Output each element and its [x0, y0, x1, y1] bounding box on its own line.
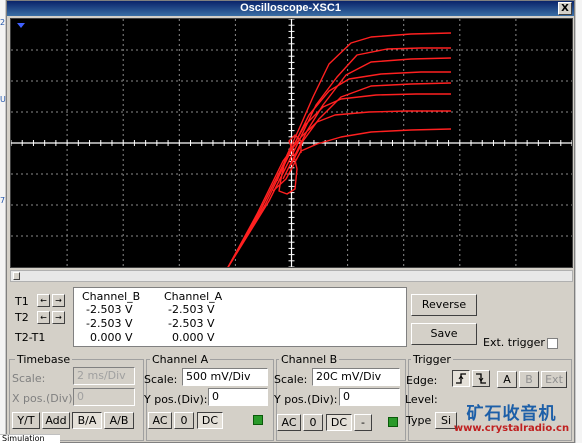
- channel-b-ac-button[interactable]: AC: [277, 414, 301, 431]
- scrollbar-thumb[interactable]: [13, 272, 20, 280]
- channel-a-ypos-field[interactable]: 0: [208, 388, 268, 406]
- t2-label: T2: [15, 311, 29, 324]
- channel-b-ypos-label: Y pos.(Div):: [274, 393, 338, 406]
- rising-edge-icon[interactable]: [452, 370, 470, 387]
- channel-a-scale-field[interactable]: 500 mV/Div: [182, 368, 268, 386]
- save-button[interactable]: Save: [411, 323, 477, 345]
- xpos-label: X pos.(Div):: [12, 392, 77, 405]
- mode-ab-button[interactable]: A/B: [104, 412, 134, 429]
- trigger-edge-label: Edge:: [406, 374, 438, 387]
- timebase-scale-field[interactable]: 2 ms/Div: [73, 367, 135, 385]
- trigger-title: Trigger: [411, 353, 453, 366]
- scope-grid: [11, 19, 572, 267]
- mode-ba-button[interactable]: B/A: [72, 412, 102, 429]
- bottom-tab[interactable]: Simulation: [0, 434, 60, 443]
- scope-trace: [227, 93, 451, 267]
- background-mark: 7: [0, 196, 6, 205]
- scope-display: [10, 18, 573, 268]
- trigger-type-label: Type: [406, 414, 432, 427]
- channel-a-zero-button[interactable]: 0: [174, 412, 194, 429]
- channel-b-dc-button[interactable]: DC: [326, 414, 352, 431]
- watermark-url: www.crystalradio.cn: [453, 423, 570, 434]
- readout-t1-channel-a: -2.503 V: [168, 303, 215, 316]
- background-mark: 2: [0, 18, 6, 27]
- channel-b-scale-label: Scale:: [274, 373, 308, 386]
- readout-header-channel-a: Channel_A: [164, 290, 223, 303]
- timebase-scale-label: Scale:: [12, 372, 46, 385]
- scope-trace: [227, 110, 451, 267]
- background-mark: U: [0, 95, 6, 104]
- channel-b-zero-button[interactable]: 0: [303, 414, 323, 431]
- t2-left-arrow-icon[interactable]: ←: [37, 311, 50, 324]
- mode-add-button[interactable]: Add: [42, 412, 70, 429]
- title-bar[interactable]: Oscilloscope-XSC1 X: [7, 1, 574, 16]
- trigger-source-b-button[interactable]: B: [519, 371, 539, 388]
- trigger-source-a-button[interactable]: A: [497, 371, 517, 388]
- channel-a-scale-label: Scale:: [144, 373, 178, 386]
- trigger-level-label: Level:: [405, 393, 438, 406]
- t2-right-arrow-icon[interactable]: →: [52, 311, 65, 324]
- channel-b-scale-field[interactable]: 20C mV/Div: [312, 368, 400, 386]
- readout-delta-channel-a: 0.000 V: [172, 331, 215, 344]
- site-watermark: 矿石收音机 www.crystalradio.cn: [448, 399, 575, 443]
- scope-trace: [227, 71, 451, 267]
- ext-trigger-label: Ext. trigger: [483, 336, 545, 349]
- t1-right-arrow-icon[interactable]: →: [52, 294, 65, 307]
- mode-yt-button[interactable]: Y/T: [12, 412, 40, 429]
- display-scrollbar[interactable]: [10, 270, 573, 282]
- scope-display-graph: [11, 19, 572, 267]
- readout-t1-channel-b: -2.503 V: [86, 303, 133, 316]
- t2-t1-label: T2-T1: [15, 331, 46, 344]
- t1-left-arrow-icon[interactable]: ←: [37, 294, 50, 307]
- ext-trigger-checkbox[interactable]: [547, 338, 558, 349]
- trigger-source-ext-button[interactable]: Ext: [541, 371, 567, 388]
- close-button[interactable]: X: [558, 2, 572, 15]
- trigger-marker-icon[interactable]: [17, 23, 25, 28]
- channel-a-ypos-label: Y pos.(Div):: [144, 393, 208, 406]
- reverse-button[interactable]: Reverse: [411, 294, 477, 316]
- channel-a-ac-button[interactable]: AC: [148, 412, 172, 429]
- oscilloscope-window: Oscilloscope-XSC1 X T1 ← → T2 ← → T2-T1 …: [6, 0, 575, 443]
- measurement-readout: Channel_B Channel_A -2.503 V -2.503 V -2…: [73, 287, 407, 347]
- xpos-field[interactable]: 0: [73, 388, 135, 406]
- background-right-strip: [575, 0, 582, 443]
- channel-b-color-swatch-icon[interactable]: [388, 417, 398, 427]
- scope-trace: [276, 32, 452, 182]
- channel-b-invert-button[interactable]: -: [354, 414, 372, 431]
- channel-a-color-swatch-icon[interactable]: [253, 415, 263, 425]
- falling-edge-icon[interactable]: [472, 370, 490, 387]
- timebase-title: Timebase: [15, 353, 73, 366]
- readout-t2-channel-b: -2.503 V: [86, 317, 133, 330]
- readout-header-channel-b: Channel_B: [82, 290, 141, 303]
- channel-a-dc-button[interactable]: DC: [197, 412, 223, 429]
- channel-a-title: Channel A: [150, 353, 211, 366]
- channel-b-ypos-field[interactable]: 0: [339, 388, 400, 406]
- readout-delta-channel-b: 0.000 V: [90, 331, 133, 344]
- window-title: Oscilloscope-XSC1: [240, 2, 341, 14]
- scope-traces: [227, 32, 452, 267]
- readout-t2-channel-a: -2.503 V: [168, 317, 215, 330]
- t1-label: T1: [15, 295, 29, 308]
- channel-b-title: Channel B: [279, 353, 340, 366]
- watermark-chinese-text: 矿石收音机: [466, 404, 557, 424]
